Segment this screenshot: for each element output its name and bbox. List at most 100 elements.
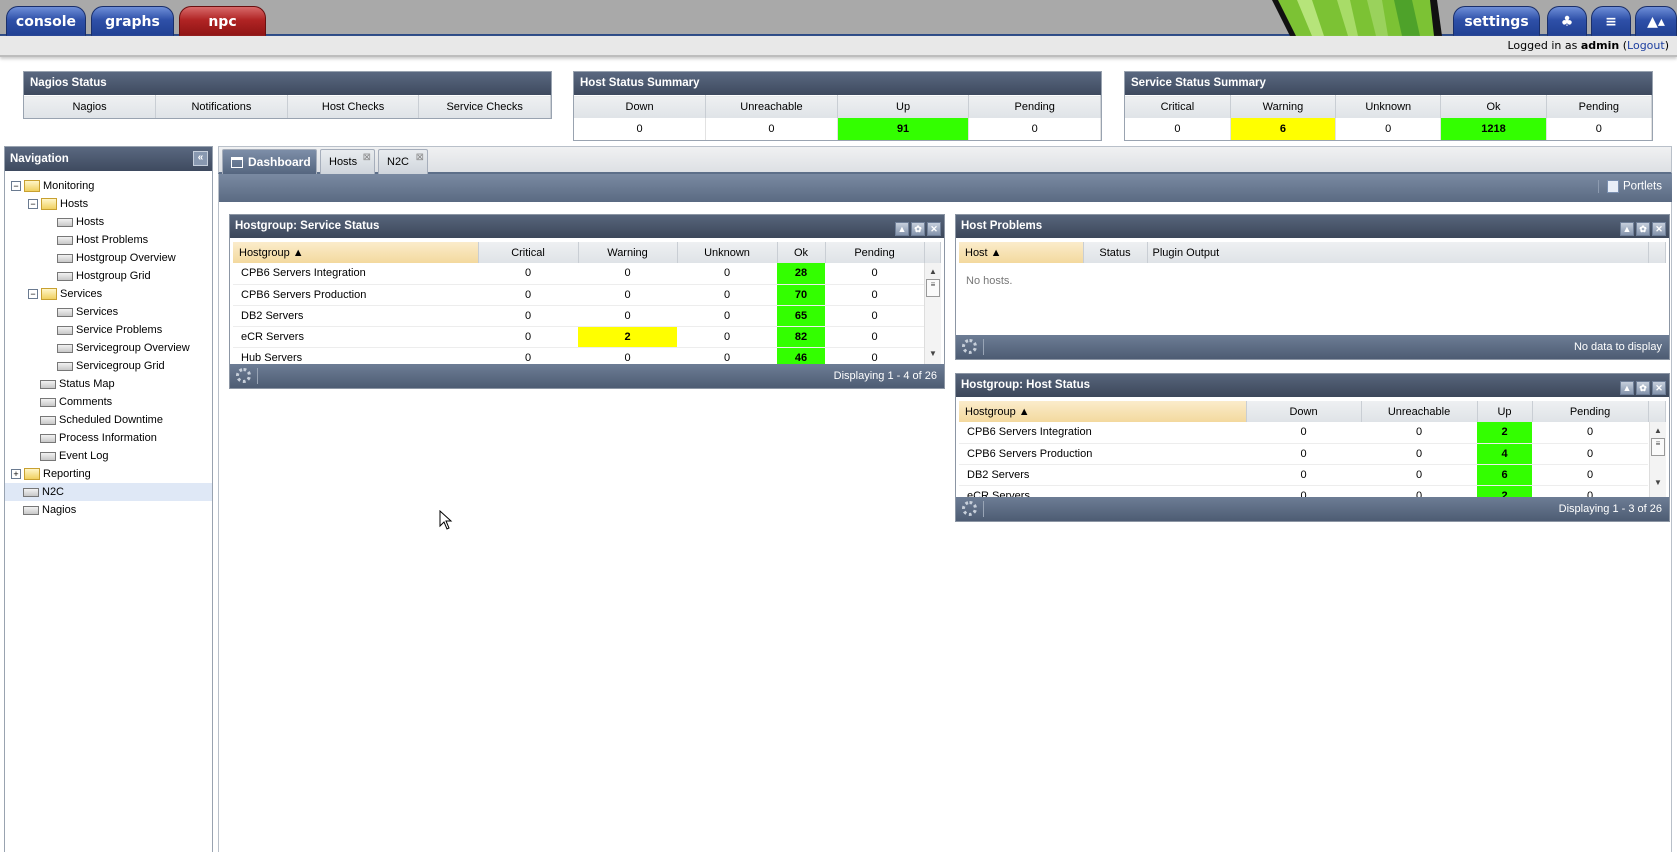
status-count[interactable]: 0 xyxy=(825,263,924,285)
close-icon[interactable]: ✕ xyxy=(1652,381,1666,395)
vertical-scrollbar[interactable]: ▲ ≡ ▼ xyxy=(1649,422,1666,498)
status-count[interactable]: 0 xyxy=(677,284,777,306)
status-count[interactable]: 82 xyxy=(777,326,825,348)
refresh-icon[interactable] xyxy=(962,501,977,516)
tab-npc[interactable]: npc xyxy=(179,6,266,36)
column-header[interactable]: Hostgroup ▲ xyxy=(959,401,1247,422)
status-count[interactable]: 0 xyxy=(677,326,777,348)
warning-count[interactable]: 6 xyxy=(1230,117,1337,140)
column-header[interactable]: Up xyxy=(1477,401,1533,422)
collapse-icon[interactable]: − xyxy=(11,181,21,192)
close-icon[interactable]: ✕ xyxy=(927,222,941,236)
host-checks-column[interactable]: Host Checks xyxy=(287,95,420,118)
nav-item-scheduled-downtime[interactable]: Scheduled Downtime xyxy=(28,411,163,429)
column-header[interactable]: Unreachable xyxy=(1361,401,1478,422)
nav-item-hostgroup-grid[interactable]: Hostgroup Grid xyxy=(45,267,151,285)
close-icon[interactable]: ⊠ xyxy=(363,146,371,170)
pending-count[interactable]: 0 xyxy=(1546,117,1653,140)
nav-item-monitoring[interactable]: − Monitoring xyxy=(11,177,94,195)
nav-item-hosts[interactable]: Hosts xyxy=(45,213,104,231)
gear-icon[interactable]: ✿ xyxy=(911,222,925,236)
nav-item-event-log[interactable]: Event Log xyxy=(28,447,109,465)
pending-count[interactable]: 0 xyxy=(968,117,1101,140)
column-header[interactable]: Warning xyxy=(578,242,678,263)
gear-icon[interactable]: ✿ xyxy=(1636,381,1650,395)
tab-settings[interactable]: settings xyxy=(1453,6,1540,36)
nagios-column[interactable]: Nagios xyxy=(24,95,157,118)
column-header[interactable]: Critical xyxy=(478,242,579,263)
status-count[interactable]: 70 xyxy=(777,284,825,306)
portlets-button[interactable]: Portlets xyxy=(1598,180,1662,193)
status-count[interactable]: 6 xyxy=(1477,464,1532,486)
status-count[interactable]: 0 xyxy=(677,263,777,285)
table-row[interactable]: eCR Servers 0 2 0 82 0 xyxy=(233,326,924,348)
minimize-icon[interactable]: ▲ xyxy=(1620,222,1634,236)
status-count[interactable]: 0 xyxy=(1246,422,1361,444)
collapse-icon[interactable]: − xyxy=(28,199,38,210)
close-icon[interactable]: ⊠ xyxy=(416,146,424,170)
column-header[interactable]: Hostgroup ▲ xyxy=(233,242,479,263)
nav-item-hosts[interactable]: − Hosts xyxy=(28,195,88,213)
table-row[interactable]: CPB6 Servers Production 0 0 4 0 xyxy=(959,443,1648,465)
nav-item-services[interactable]: Services xyxy=(45,303,118,321)
status-count[interactable]: 0 xyxy=(1532,422,1648,444)
nav-item-n2c[interactable]: N2C xyxy=(5,483,212,501)
refresh-icon[interactable] xyxy=(962,339,977,354)
ok-count[interactable]: 1218 xyxy=(1440,117,1547,140)
status-count[interactable]: 4 xyxy=(1477,443,1532,465)
collapse-icon[interactable]: − xyxy=(28,289,38,300)
status-count[interactable]: 0 xyxy=(825,284,924,306)
refresh-icon[interactable] xyxy=(236,368,251,383)
nav-item-process-information[interactable]: Process Information xyxy=(28,429,157,447)
unknown-count[interactable]: 0 xyxy=(1335,117,1442,140)
tab-graphs[interactable]: graphs xyxy=(91,6,174,36)
status-count[interactable]: 0 xyxy=(578,263,677,285)
column-header[interactable]: Down xyxy=(1246,401,1362,422)
tab-hosts[interactable]: Hosts ⊠ xyxy=(320,149,375,174)
close-icon[interactable]: ✕ xyxy=(1652,222,1666,236)
status-count[interactable]: 0 xyxy=(1361,464,1477,486)
nav-item-servicegroup-grid[interactable]: Servicegroup Grid xyxy=(45,357,165,375)
column-header[interactable]: Pending xyxy=(825,242,925,263)
status-count[interactable]: 28 xyxy=(777,263,825,285)
status-count[interactable]: 0 xyxy=(478,326,578,348)
status-count[interactable]: 0 xyxy=(825,326,924,348)
status-count[interactable]: 0 xyxy=(1361,443,1477,465)
table-row[interactable]: CPB6 Servers Production 0 0 0 70 0 xyxy=(233,284,924,306)
nav-item-services[interactable]: − Services xyxy=(28,285,102,303)
status-count[interactable]: 0 xyxy=(1361,422,1477,444)
nav-item-host-problems[interactable]: Host Problems xyxy=(45,231,148,249)
status-count[interactable]: 0 xyxy=(478,263,578,285)
status-count[interactable]: 0 xyxy=(478,284,578,306)
status-count[interactable]: 0 xyxy=(825,305,924,327)
critical-count[interactable]: 0 xyxy=(1125,117,1231,140)
nav-item-nagios[interactable]: Nagios xyxy=(11,501,76,519)
status-count[interactable]: 0 xyxy=(1532,464,1648,486)
mountain-chart-icon[interactable]: ▲▴ xyxy=(1635,6,1677,36)
table-row[interactable]: DB2 Servers 0 0 6 0 xyxy=(959,464,1648,486)
up-count[interactable]: 91 xyxy=(837,117,970,140)
expand-icon[interactable]: + xyxy=(11,469,21,480)
status-count[interactable]: 0 xyxy=(1532,443,1648,465)
minimize-icon[interactable]: ▲ xyxy=(1620,381,1634,395)
column-header[interactable]: Ok xyxy=(777,242,826,263)
tab-dashboard[interactable]: Dashboard xyxy=(222,149,317,174)
status-count[interactable]: 0 xyxy=(1246,464,1361,486)
down-count[interactable]: 0 xyxy=(574,117,707,140)
nav-item-servicegroup-overview[interactable]: Servicegroup Overview xyxy=(45,339,190,357)
tab-n2c[interactable]: N2C ⊠ xyxy=(378,149,428,174)
nav-item-reporting[interactable]: + Reporting xyxy=(11,465,91,483)
status-count[interactable]: 2 xyxy=(1477,422,1532,444)
host-column-header[interactable]: Host ▲ xyxy=(959,242,1084,263)
tab-console[interactable]: console xyxy=(6,6,86,36)
status-count[interactable]: 2 xyxy=(578,326,677,348)
column-header[interactable]: Pending xyxy=(1532,401,1649,422)
list-icon[interactable]: ≡ xyxy=(1591,6,1631,36)
status-count[interactable]: 0 xyxy=(1246,443,1361,465)
nav-item-service-problems[interactable]: Service Problems xyxy=(45,321,162,339)
status-count[interactable]: 65 xyxy=(777,305,825,327)
service-checks-column[interactable]: Service Checks xyxy=(418,95,551,118)
column-header[interactable]: Unknown xyxy=(677,242,778,263)
tree-icon[interactable]: ♣ xyxy=(1547,6,1587,36)
unreachable-count[interactable]: 0 xyxy=(705,117,838,140)
